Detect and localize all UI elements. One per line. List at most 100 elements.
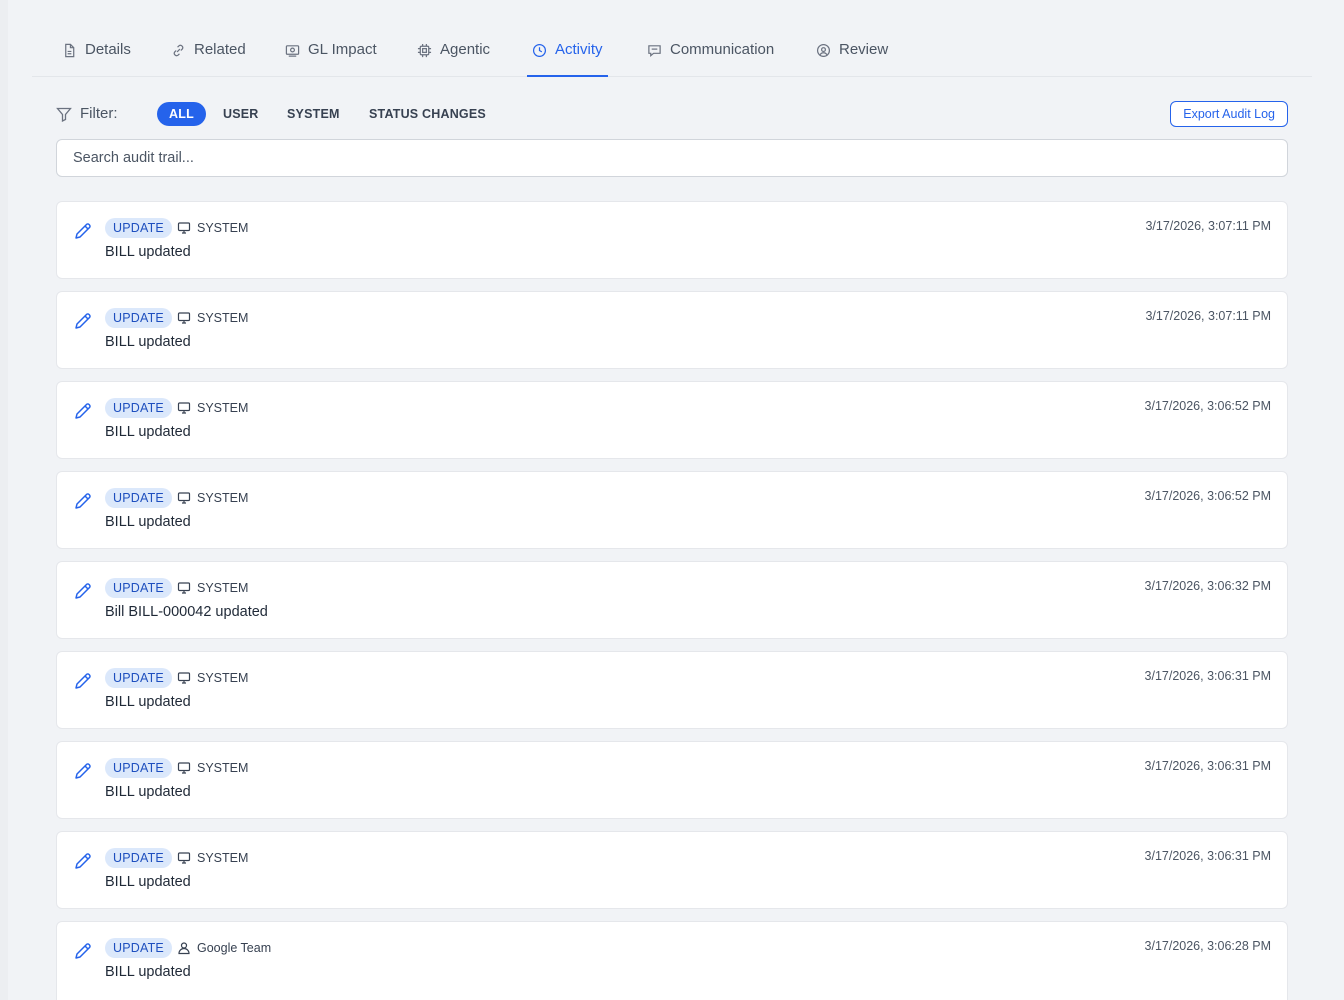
pencil-icon (73, 941, 93, 961)
actor: SYSTEM (177, 849, 248, 867)
activity-timestamp: 3/17/2026, 3:06:31 PM (1144, 759, 1271, 773)
monitor-icon (177, 671, 191, 685)
tab-review[interactable]: Review (816, 30, 888, 77)
monitor-icon (177, 491, 191, 505)
monitor-icon (177, 851, 191, 865)
chip-icon (417, 43, 432, 58)
export-audit-log-button[interactable]: Export Audit Log (1170, 101, 1288, 127)
monitor-icon (177, 761, 191, 775)
left-edge-strip (0, 0, 8, 1000)
activity-message: Bill BILL-000042 updated (105, 604, 268, 620)
activity-entry[interactable]: UPDATE Google Team BILL updated 3/17/202… (56, 921, 1288, 1000)
actor: SYSTEM (177, 309, 248, 327)
tab-label: Related (194, 41, 246, 58)
event-type-badge: UPDATE (105, 668, 172, 688)
filter-chip-status-changes[interactable]: STATUS CHANGES (357, 102, 498, 126)
event-type-badge: UPDATE (105, 308, 172, 328)
monitor-icon (177, 581, 191, 595)
activity-timestamp: 3/17/2026, 3:06:28 PM (1144, 939, 1271, 953)
filter-chip-all[interactable]: ALL (157, 102, 206, 126)
event-type-badge: UPDATE (105, 488, 172, 508)
activity-entry[interactable]: UPDATE SYSTEM BILL updated 3/17/2026, 3:… (56, 291, 1288, 369)
activity-message: BILL updated (105, 874, 191, 890)
pencil-icon (73, 671, 93, 691)
pencil-icon (73, 491, 93, 511)
actor-name: SYSTEM (197, 401, 249, 415)
tab-related[interactable]: Related (171, 30, 246, 77)
tab-activity[interactable]: Activity (527, 30, 608, 77)
activity-entry[interactable]: UPDATE SYSTEM BILL updated 3/17/2026, 3:… (56, 471, 1288, 549)
tab-bar: Details Related GL Impact Agentic Activi… (32, 0, 1312, 77)
actor: SYSTEM (177, 579, 248, 597)
activity-message: BILL updated (105, 784, 191, 800)
activity-entry[interactable]: UPDATE SYSTEM BILL updated 3/17/2026, 3:… (56, 831, 1288, 909)
actor: Google Team (177, 939, 271, 957)
event-type-badge: UPDATE (105, 758, 172, 778)
filter-bar: Filter: ALL USER SYSTEM STATUS CHANGES E… (56, 101, 1288, 127)
filter-chip-user[interactable]: USER (211, 102, 271, 126)
activity-timestamp: 3/17/2026, 3:06:52 PM (1144, 399, 1271, 413)
actor-name: SYSTEM (197, 761, 249, 775)
actor-name: SYSTEM (197, 311, 249, 325)
pencil-icon (73, 221, 93, 241)
activity-entry[interactable]: UPDATE SYSTEM BILL updated 3/17/2026, 3:… (56, 651, 1288, 729)
actor: SYSTEM (177, 489, 248, 507)
event-type-badge: UPDATE (105, 848, 172, 868)
actor-name: SYSTEM (197, 221, 249, 235)
event-type-badge: UPDATE (105, 938, 172, 958)
activity-message: BILL updated (105, 334, 191, 350)
pencil-icon (73, 401, 93, 421)
tab-communication[interactable]: Communication (647, 30, 774, 77)
actor-name: SYSTEM (197, 671, 249, 685)
monitor-icon (177, 311, 191, 325)
pencil-icon (73, 311, 93, 331)
document-icon (62, 43, 77, 58)
filter-chip-system[interactable]: SYSTEM (275, 102, 352, 126)
pencil-icon (73, 851, 93, 871)
activity-timestamp: 3/17/2026, 3:06:52 PM (1144, 489, 1271, 503)
tab-label: Review (839, 41, 889, 58)
actor-name: SYSTEM (197, 851, 249, 865)
actor-name: SYSTEM (197, 491, 249, 505)
activity-message: BILL updated (105, 694, 191, 710)
monitor-icon (177, 221, 191, 235)
pencil-icon (73, 761, 93, 781)
funnel-icon (56, 106, 72, 123)
tab-agentic[interactable]: Agentic (417, 30, 490, 77)
monitor-icon (177, 401, 191, 415)
actor: SYSTEM (177, 399, 248, 417)
activity-entry[interactable]: UPDATE SYSTEM BILL updated 3/17/2026, 3:… (56, 201, 1288, 279)
activity-timestamp: 3/17/2026, 3:07:11 PM (1145, 309, 1271, 323)
activity-panel: Details Related GL Impact Agentic Activi… (32, 0, 1312, 1000)
tab-details[interactable]: Details (62, 30, 131, 77)
review-icon (816, 43, 831, 58)
link-icon (171, 43, 186, 58)
activity-message: BILL updated (105, 964, 191, 980)
event-type-badge: UPDATE (105, 398, 172, 418)
tab-label: Agentic (440, 41, 491, 58)
actor: SYSTEM (177, 669, 248, 687)
search-input[interactable] (56, 139, 1288, 177)
activity-timestamp: 3/17/2026, 3:06:31 PM (1144, 669, 1271, 683)
activity-entry[interactable]: UPDATE SYSTEM Bill BILL-000042 updated 3… (56, 561, 1288, 639)
event-type-badge: UPDATE (105, 218, 172, 238)
actor: SYSTEM (177, 759, 248, 777)
event-type-badge: UPDATE (105, 578, 172, 598)
ledger-icon (285, 43, 300, 58)
activity-message: BILL updated (105, 244, 191, 260)
activity-message: BILL updated (105, 514, 191, 530)
actor-name: Google Team (197, 941, 272, 955)
activity-entry[interactable]: UPDATE SYSTEM BILL updated 3/17/2026, 3:… (56, 741, 1288, 819)
user-icon (177, 941, 191, 955)
tab-gl-impact[interactable]: GL Impact (285, 30, 377, 77)
activity-timestamp: 3/17/2026, 3:06:32 PM (1144, 579, 1271, 593)
tab-label: Activity (555, 41, 603, 58)
tab-label: Details (85, 41, 131, 58)
activity-timestamp: 3/17/2026, 3:06:31 PM (1144, 849, 1271, 863)
actor-name: SYSTEM (197, 581, 249, 595)
activity-timestamp: 3/17/2026, 3:07:11 PM (1145, 219, 1271, 233)
tab-label: Communication (670, 41, 775, 58)
pencil-icon (73, 581, 93, 601)
clock-icon (532, 43, 547, 58)
activity-entry[interactable]: UPDATE SYSTEM BILL updated 3/17/2026, 3:… (56, 381, 1288, 459)
